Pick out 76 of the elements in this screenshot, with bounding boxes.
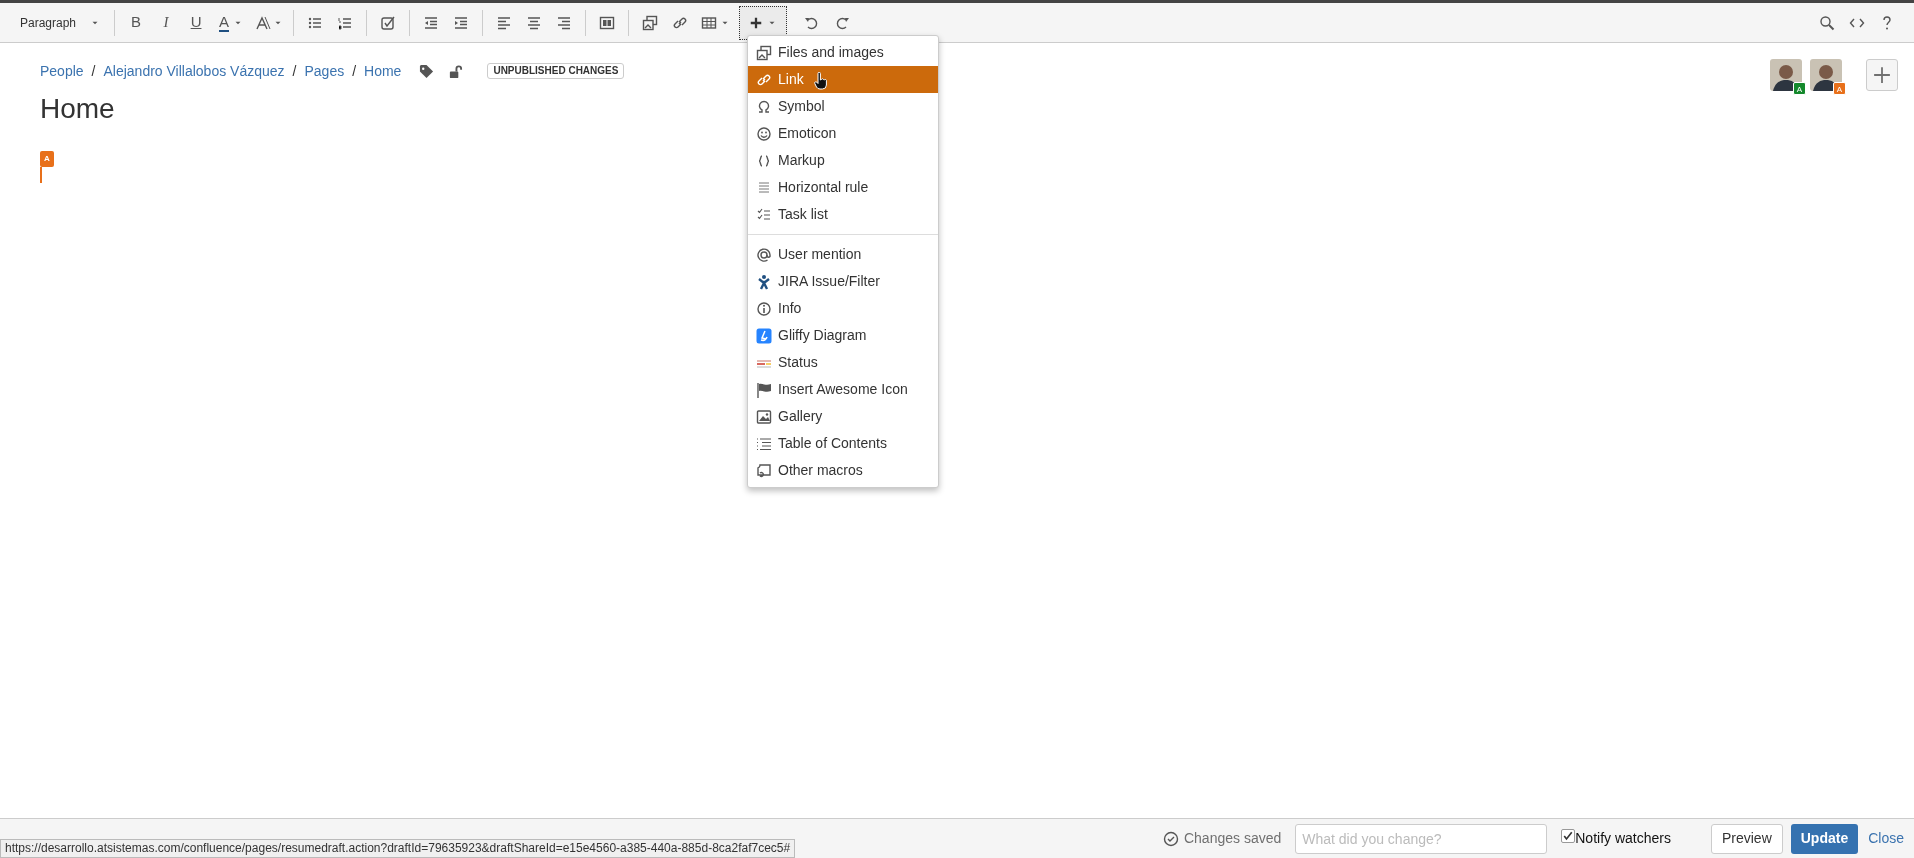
bold-button[interactable]: B — [121, 7, 152, 38]
menu-item[interactable]: JIRA Issue/Filter — [748, 268, 938, 295]
plus-icon — [1873, 66, 1891, 84]
menu-item[interactable]: Gliffy Diagram — [748, 322, 938, 349]
status-url-tooltip: https://desarrollo.atsistemas.com/confluence/pages/resumedraft.action?draftId=79635923&draftShareId=e15e4560-a385-440a-885d-8ca2faf7cec5# — [0, 839, 796, 858]
breadcrumb-link[interactable]: Alejandro Villalobos Vázquez — [103, 60, 285, 82]
image-icon — [756, 44, 772, 61]
check-circle-icon — [1162, 830, 1179, 847]
menu-item[interactable]: Table of Contents — [748, 430, 938, 457]
menu-item[interactable]: Status — [748, 349, 938, 376]
change-comment-field[interactable]: What did you change? — [1295, 823, 1548, 854]
outdent-icon — [423, 14, 440, 31]
avatar-badge: A — [1833, 82, 1846, 95]
menu-item[interactable]: Horizontal rule — [748, 174, 938, 201]
unlocked-padlock-icon — [448, 63, 464, 79]
menu-item[interactable]: Files and images — [748, 39, 938, 66]
unpublished-changes-lozenge: UNPUBLISHED CHANGES — [487, 63, 625, 79]
lines-icon — [756, 179, 772, 196]
avatar[interactable] — [1810, 59, 1842, 91]
notify-watchers-label: Notify watchers — [1575, 829, 1671, 848]
pen-tile-icon — [756, 327, 772, 344]
avatar[interactable] — [1770, 59, 1802, 91]
info-icon — [756, 300, 772, 317]
cursor-flag-label: A — [40, 151, 54, 167]
text-color-button[interactable]: A — [211, 7, 252, 38]
checklist-icon — [756, 206, 772, 223]
breadcrumb-separator: / — [292, 61, 297, 81]
menu-item[interactable]: Gallery — [748, 403, 938, 430]
align-right-icon — [556, 14, 573, 31]
menu-item[interactable]: Info — [748, 295, 938, 322]
scroll-icon — [756, 462, 772, 479]
menu-item[interactable]: Link — [748, 66, 938, 93]
breadcrumb-separator: / — [352, 61, 357, 81]
align-center-icon — [526, 14, 543, 31]
add-collaborator-button[interactable] — [1866, 59, 1898, 91]
breadcrumb-link[interactable]: Home — [364, 60, 402, 82]
save-status: Changes saved — [1183, 829, 1282, 848]
smiley-icon — [756, 125, 772, 142]
menu-item[interactable]: Task list — [748, 201, 938, 228]
checkmark-icon — [1562, 829, 1575, 842]
avatar-badge: A — [1793, 82, 1806, 95]
notify-checkbox[interactable] — [1561, 828, 1576, 843]
search-icon — [1819, 14, 1835, 31]
breadcrumb-link[interactable]: Pages — [304, 60, 345, 82]
indent-icon — [453, 14, 470, 31]
preview-button[interactable]: Preview — [1710, 823, 1783, 854]
picture-frame-icon — [756, 408, 772, 425]
underline-button[interactable]: U — [181, 7, 212, 38]
flag-icon — [756, 381, 772, 398]
breadcrumb-link[interactable]: People — [40, 60, 84, 82]
menu-item[interactable]: Markup — [748, 147, 938, 174]
text-size-icon — [255, 14, 272, 31]
paragraph-dropdown[interactable]: Paragraph — [12, 7, 109, 38]
update-button[interactable]: Update — [1790, 823, 1859, 854]
menu-item[interactable]: Other macros — [748, 457, 938, 484]
menu-item[interactable]: Emoticon — [748, 120, 938, 147]
menu-item[interactable]: Insert Awesome Icon — [748, 376, 938, 403]
insert-more-button[interactable] — [739, 5, 788, 40]
hand-cursor-icon — [814, 72, 828, 90]
align-left-icon — [496, 14, 513, 31]
italic-button[interactable]: I — [151, 7, 182, 38]
breadcrumb-separator: / — [91, 61, 96, 81]
layout-icon — [599, 14, 616, 31]
page-title: Home — [40, 92, 115, 126]
image-icon — [642, 14, 659, 31]
list-icon — [756, 435, 772, 452]
menu-item[interactable]: Symbol — [748, 93, 938, 120]
figure-icon — [756, 273, 772, 290]
omega-icon — [756, 98, 772, 115]
plus-icon — [749, 15, 764, 30]
menu-item[interactable]: User mention — [748, 241, 938, 268]
task-icon — [380, 14, 397, 31]
table-icon — [700, 14, 717, 31]
at-sign-icon — [756, 246, 772, 263]
close-link[interactable]: Close — [1868, 828, 1904, 849]
tag-icon — [419, 63, 435, 79]
